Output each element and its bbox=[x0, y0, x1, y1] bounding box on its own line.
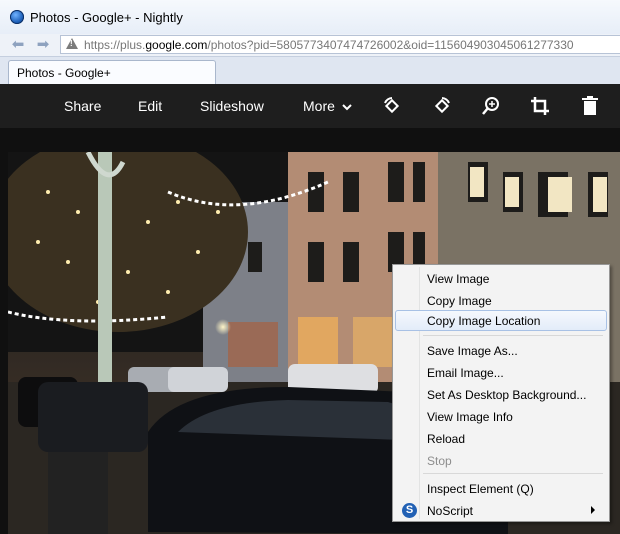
menu-item-email-image[interactable]: Email Image... bbox=[395, 362, 607, 383]
window-titlebar: Photos - Google+ - Nightly bbox=[0, 0, 620, 35]
menu-item-label: Set As Desktop Background... bbox=[427, 388, 587, 402]
trash-icon[interactable] bbox=[580, 96, 600, 116]
menu-item-view-image[interactable]: View Image bbox=[395, 268, 607, 289]
menu-item-label: Stop bbox=[427, 454, 452, 468]
edit-button[interactable]: Edit bbox=[138, 98, 162, 114]
tab-photos[interactable]: Photos - Google+ bbox=[8, 60, 216, 85]
menu-item-view-image-info[interactable]: View Image Info bbox=[395, 406, 607, 427]
menu-item-copy-image-location[interactable]: Copy Image Location bbox=[395, 310, 607, 331]
warning-triangle-icon[interactable] bbox=[66, 38, 78, 49]
noscript-s-icon: S bbox=[402, 503, 417, 518]
menu-item-set-desktop-background[interactable]: Set As Desktop Background... bbox=[395, 384, 607, 405]
navigation-bar: ⬅ ➡ https://plus.google.com/photos?pid=5… bbox=[0, 34, 620, 57]
more-button[interactable]: More bbox=[303, 98, 352, 114]
crop-icon[interactable] bbox=[530, 96, 550, 116]
rotate-right-icon[interactable] bbox=[432, 96, 452, 116]
menu-item-label: Inspect Element (Q) bbox=[427, 482, 534, 496]
url-text[interactable]: https://plus.google.com/photos?pid=58057… bbox=[84, 38, 574, 52]
slideshow-button[interactable]: Slideshow bbox=[200, 98, 264, 114]
nightly-globe-icon bbox=[10, 10, 24, 24]
menu-item-label: Copy Image Location bbox=[427, 314, 541, 328]
menu-separator bbox=[423, 335, 603, 336]
menu-item-label: NoScript bbox=[427, 504, 474, 518]
tab-strip: Photos - Google+ bbox=[0, 57, 620, 85]
menu-item-inspect-element[interactable]: Inspect Element (Q) bbox=[395, 478, 607, 499]
menu-item-copy-image[interactable]: Copy Image bbox=[395, 290, 607, 311]
more-label: More bbox=[303, 98, 335, 114]
tab-label: Photos - Google+ bbox=[17, 66, 111, 80]
photo-toolbar: Share Edit Slideshow More bbox=[0, 84, 620, 128]
menu-item-label: Copy Image bbox=[427, 294, 492, 308]
menu-item-save-image-as[interactable]: Save Image As... bbox=[395, 340, 607, 361]
context-menu: View Image Copy Image Copy Image Locatio… bbox=[392, 264, 610, 522]
arrow-right-icon[interactable]: ➡ bbox=[34, 36, 52, 54]
menu-item-label: Save Image As... bbox=[427, 344, 518, 358]
zoom-icon[interactable] bbox=[481, 96, 501, 116]
menu-item-stop: Stop bbox=[395, 450, 607, 471]
window-title: Photos - Google+ - Nightly bbox=[30, 10, 183, 25]
menu-item-label: View Image bbox=[427, 272, 490, 286]
url-bar[interactable]: https://plus.google.com/photos?pid=58057… bbox=[60, 35, 620, 54]
submenu-arrow-icon bbox=[591, 506, 595, 514]
menu-separator bbox=[423, 473, 603, 474]
menu-item-reload[interactable]: Reload bbox=[395, 428, 607, 449]
chevron-down-icon bbox=[342, 104, 352, 111]
share-button[interactable]: Share bbox=[64, 98, 101, 114]
arrow-left-icon[interactable]: ⬅ bbox=[9, 36, 27, 54]
menu-item-label: View Image Info bbox=[427, 410, 513, 424]
menu-item-noscript[interactable]: S NoScript bbox=[395, 500, 607, 521]
rotate-left-icon[interactable] bbox=[382, 96, 402, 116]
menu-item-label: Reload bbox=[427, 432, 466, 446]
menu-item-label: Email Image... bbox=[427, 366, 504, 380]
